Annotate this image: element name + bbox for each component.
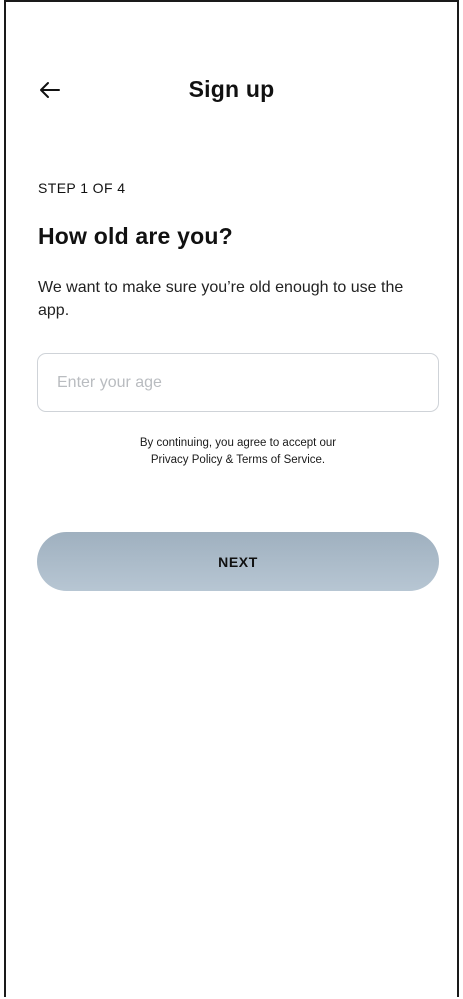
step-indicator: STEP 1 OF 4 bbox=[38, 180, 126, 196]
question-heading: How old are you? bbox=[38, 223, 233, 249]
signup-screen: Sign up STEP 1 OF 4 How old are you? We … bbox=[4, 0, 459, 997]
header: Sign up bbox=[6, 68, 457, 112]
question-description: We want to make sure you’re old enough t… bbox=[38, 279, 404, 319]
consent-text: By continuing, you agree to accept our P… bbox=[37, 435, 439, 469]
age-input[interactable] bbox=[37, 353, 439, 412]
next-button[interactable]: NEXT bbox=[37, 532, 439, 591]
consent-line-1: By continuing, you agree to accept our bbox=[139, 437, 337, 449]
consent-line-2[interactable]: Privacy Policy & Terms of Service. bbox=[37, 452, 439, 469]
page-title: Sign up bbox=[188, 76, 275, 102]
